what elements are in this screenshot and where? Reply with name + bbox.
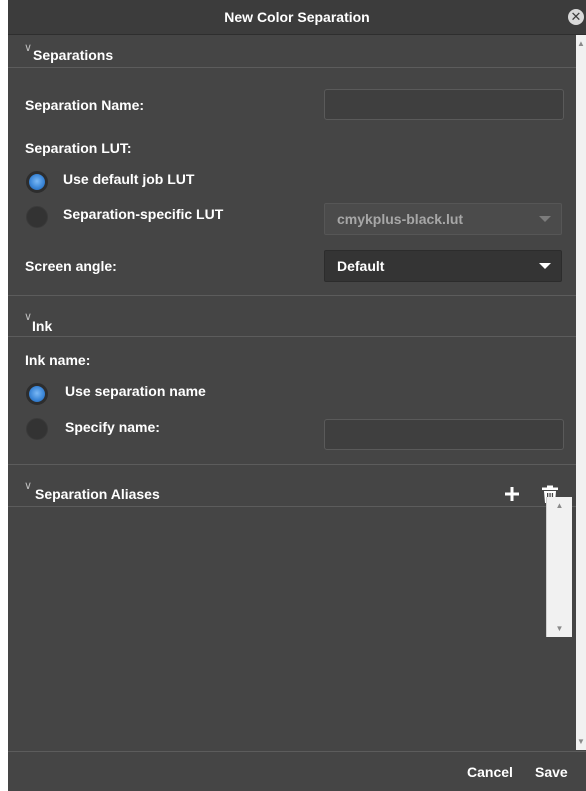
- separation-name-label: Separation Name:: [25, 97, 145, 113]
- lut-select[interactable]: cmykplus-black.lut: [324, 203, 562, 235]
- plus-icon[interactable]: [505, 487, 519, 501]
- aliases-section-title: Separation Aliases: [35, 486, 160, 502]
- dialog-scrollbar[interactable]: ▲ ▼: [576, 35, 586, 750]
- ink-section-header[interactable]: ∨ Ink: [8, 295, 576, 337]
- screen-angle-select[interactable]: Default: [324, 250, 562, 282]
- scroll-down-arrow-icon[interactable]: ▼: [576, 737, 586, 746]
- use-separation-name-label[interactable]: Use separation name: [65, 383, 206, 399]
- aliases-list[interactable]: [8, 506, 576, 750]
- chevron-down-icon: [539, 263, 551, 269]
- lut-select-value: cmykplus-black.lut: [337, 211, 464, 227]
- save-button[interactable]: Save: [535, 764, 568, 780]
- scroll-down-arrow-icon[interactable]: ▼: [547, 624, 572, 633]
- default-lut-radio[interactable]: [26, 171, 48, 193]
- separations-section-title: Separations: [33, 47, 114, 63]
- aliases-list-scrollbar[interactable]: ▲ ▼: [546, 497, 572, 637]
- chevron-down-icon: [539, 216, 551, 222]
- dialog-content: ∨ Separations Separation Name: Separatio…: [8, 35, 576, 750]
- ink-section-title: Ink: [32, 318, 53, 334]
- scroll-up-arrow-icon[interactable]: ▲: [547, 501, 572, 510]
- dialog-footer: Cancel Save: [8, 751, 586, 791]
- separation-lut-label: Separation LUT:: [25, 140, 132, 156]
- chevron-down-icon[interactable]: ∨: [24, 310, 32, 323]
- separation-name-input[interactable]: [324, 89, 564, 120]
- chevron-down-icon[interactable]: ∨: [24, 479, 32, 492]
- use-separation-name-radio[interactable]: [26, 383, 48, 405]
- chevron-down-icon[interactable]: ∨: [24, 41, 32, 54]
- ink-name-label: Ink name:: [25, 352, 91, 368]
- screen-angle-value: Default: [337, 258, 385, 274]
- specify-name-input[interactable]: [324, 419, 564, 450]
- screen-angle-label: Screen angle:: [25, 258, 117, 274]
- cancel-button[interactable]: Cancel: [467, 764, 513, 780]
- dialog-titlebar: New Color Separation ✕: [8, 0, 586, 35]
- close-icon[interactable]: ✕: [568, 9, 584, 25]
- aliases-section-header[interactable]: ∨ Separation Aliases: [8, 464, 576, 507]
- separations-section-header[interactable]: ∨ Separations: [8, 35, 576, 68]
- default-lut-label[interactable]: Use default job LUT: [63, 171, 194, 187]
- specify-name-radio[interactable]: [26, 418, 48, 440]
- specific-lut-label[interactable]: Separation-specific LUT: [63, 206, 223, 222]
- dialog-title: New Color Separation: [224, 9, 370, 25]
- specify-name-label[interactable]: Specify name:: [65, 419, 160, 435]
- specific-lut-radio[interactable]: [26, 206, 48, 228]
- scroll-up-arrow-icon[interactable]: ▲: [576, 39, 586, 48]
- new-color-separation-dialog: New Color Separation ✕ ∨ Separations Sep…: [8, 0, 586, 791]
